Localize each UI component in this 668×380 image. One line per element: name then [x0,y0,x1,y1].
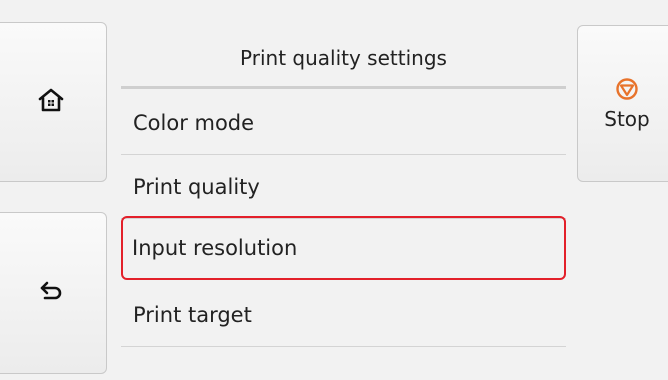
menu-item-color-mode[interactable]: Color mode [121,91,566,155]
menu-item-label: Print quality [133,174,260,199]
printer-screen: Print quality settings Color mode Print … [0,0,668,380]
stop-label: Stop [604,106,650,131]
menu-item-print-target[interactable]: Print target [121,283,566,347]
back-arrow-icon [38,280,64,306]
page-title: Print quality settings [240,46,447,70]
menu-item-label: Color mode [133,110,255,135]
stop-icon [615,77,639,105]
menu-item-label: Print target [133,302,252,327]
settings-menu: Print quality settings Color mode Print … [121,14,566,354]
back-button[interactable] [0,212,107,374]
menu-item-label: Input resolution [132,236,298,260]
home-icon [38,87,64,117]
title-divider [121,86,566,89]
menu-item-input-resolution[interactable]: Input resolution [121,216,566,280]
home-button[interactable] [0,22,107,182]
stop-button[interactable]: Stop [577,25,668,182]
menu-item-print-quality[interactable]: Print quality [121,155,566,219]
